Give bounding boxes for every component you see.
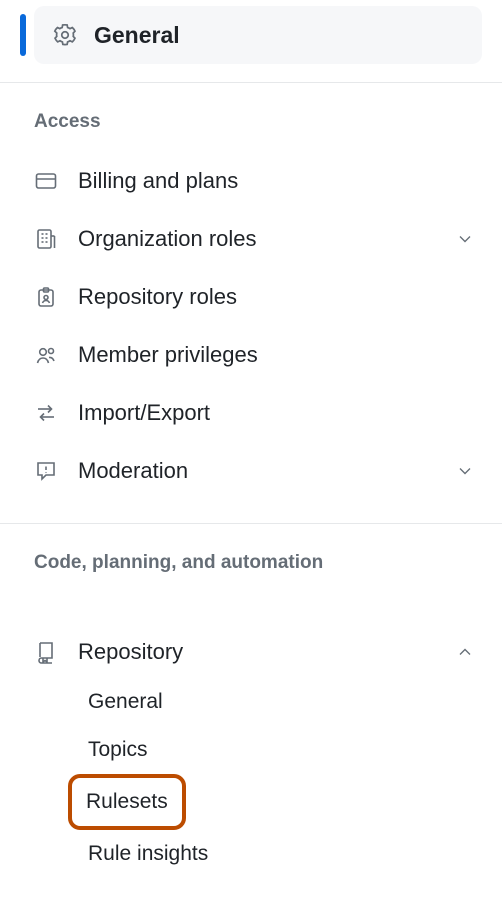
arrows-swap-icon xyxy=(34,401,58,425)
sidebar-item-moderation[interactable]: Moderation xyxy=(34,445,482,497)
organization-icon xyxy=(34,227,58,251)
gear-icon xyxy=(52,22,78,48)
id-badge-icon xyxy=(34,285,58,309)
sidebar-item-import-export[interactable]: Import/Export xyxy=(34,387,482,439)
sidebar-item-label: General xyxy=(94,22,180,49)
sidebar-subitem-label: General xyxy=(88,690,163,714)
section-header-access: Access xyxy=(34,111,482,133)
sidebar-item-organization-roles[interactable]: Organization roles xyxy=(34,213,482,265)
divider xyxy=(0,523,502,524)
sidebar-item-label: Import/Export xyxy=(78,400,482,426)
people-icon xyxy=(34,343,58,367)
sidebar-item-repository[interactable]: Repository xyxy=(34,626,482,678)
settings-sidebar: General Access Billing and plans Organiz… xyxy=(0,0,502,898)
sidebar-subitem-label: Topics xyxy=(88,738,148,762)
sidebar-item-label: Repository xyxy=(78,639,454,665)
chevron-down-icon xyxy=(454,228,476,250)
section-header-code: Code, planning, and automation xyxy=(34,552,482,574)
sidebar-item-member-privileges[interactable]: Member privileges xyxy=(34,329,482,381)
repo-icon xyxy=(34,640,58,664)
sidebar-subitem-general[interactable]: General xyxy=(78,678,482,726)
report-icon xyxy=(34,459,58,483)
sidebar-subitem-rulesets[interactable]: Rulesets xyxy=(68,774,186,830)
sidebar-subitem-rule-insights[interactable]: Rule insights xyxy=(78,830,482,878)
chevron-down-icon xyxy=(454,460,476,482)
sidebar-item-label: Member privileges xyxy=(78,342,482,368)
sidebar-item-label: Organization roles xyxy=(78,226,454,252)
divider xyxy=(0,82,502,83)
sidebar-item-label: Repository roles xyxy=(78,284,482,310)
sidebar-item-label: Moderation xyxy=(78,458,454,484)
sidebar-item-general-selected[interactable]: General xyxy=(34,6,482,64)
chevron-up-icon xyxy=(454,641,476,663)
sidebar-subitem-topics[interactable]: Topics xyxy=(78,726,482,774)
sidebar-subitem-label: Rule insights xyxy=(88,842,208,866)
credit-card-icon xyxy=(34,169,58,193)
sidebar-item-label: Billing and plans xyxy=(78,168,482,194)
sidebar-item-repository-roles[interactable]: Repository roles xyxy=(34,271,482,323)
sidebar-subitem-label: Rulesets xyxy=(86,790,168,814)
sidebar-item-billing[interactable]: Billing and plans xyxy=(34,155,482,207)
